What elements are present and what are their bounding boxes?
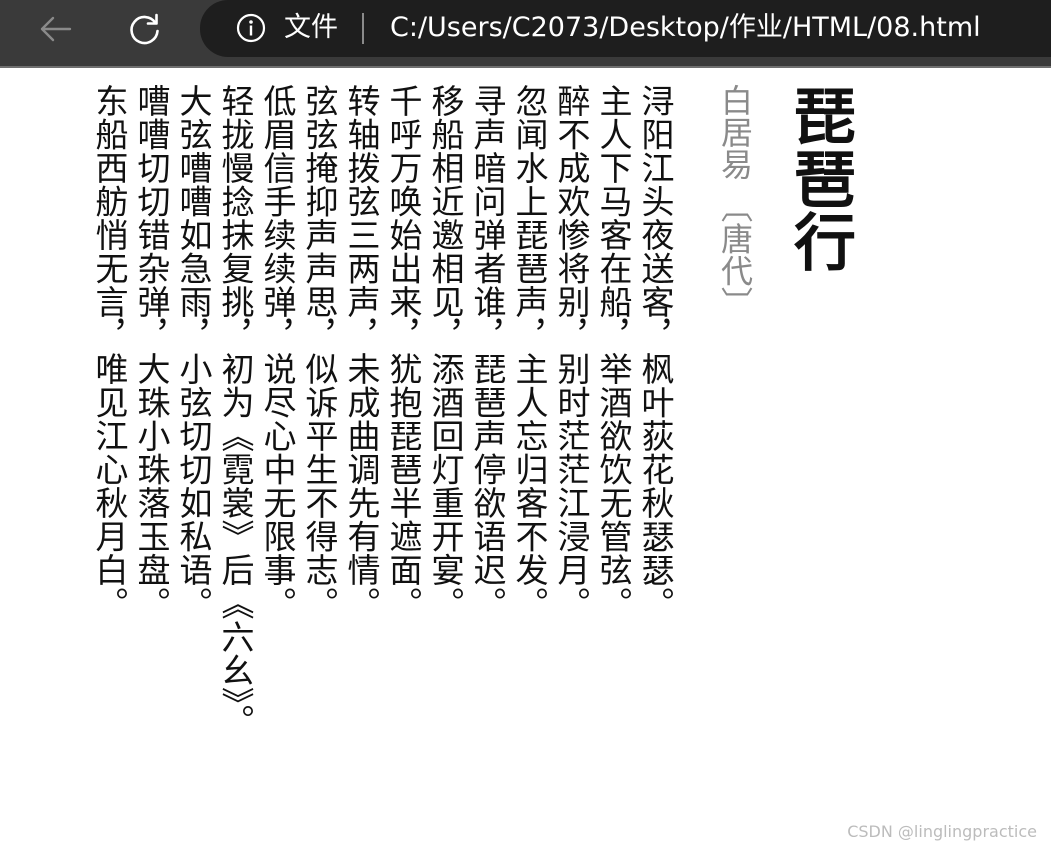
poem: 琵琶行 白居易 〔唐代〕 浔阳江头夜送客，枫叶荻花秋瑟瑟。 主人下马客在船，举酒… [88,84,856,774]
address-bar[interactable]: 文件 C:/Users/C2073/Desktop/作业/HTML/08.htm… [200,0,1051,57]
poem-line: 千呼万唤始出来，犹抱琵琶半遮面。 [384,84,423,620]
poem-line: 大弦嘈嘈如急雨，小弦切切如私语。 [174,84,213,620]
poem-line: 低眉信手续续弹，说尽心中无限事。 [258,84,297,620]
address-divider [362,13,364,44]
poem-line: 嘈嘈切切错杂弹，大珠小珠落玉盘。 [132,84,171,620]
back-arrow-icon [40,16,72,42]
back-button[interactable] [30,8,80,50]
poem-line: 东船西舫悄无言，唯见江心秋月白。 [90,84,129,620]
poem-title: 琵琶行 [783,84,856,273]
poem-line: 浔阳江头夜送客，枫叶荻花秋瑟瑟。 [636,84,675,620]
watermark: CSDN @linglingpractice [847,822,1037,841]
site-info-label[interactable]: 文件 [284,11,338,45]
poem-line: 移船相近邀相见，添酒回灯重开宴。 [426,84,465,620]
poem-line: 忽闻水上琵琶声，主人忘归客不发。 [510,84,549,620]
browser-toolbar: 文件 C:/Users/C2073/Desktop/作业/HTML/08.htm… [0,0,1051,68]
poem-line: 转轴拨弦三两声，未成曲调先有情。 [342,84,381,620]
poem-line: 弦弦掩抑声声思，似诉平生不得志。 [300,84,339,620]
info-icon[interactable] [236,13,266,43]
poem-line: 轻拢慢捻抹复挑，初为《霓裳》后《六幺》。 [216,84,255,738]
poem-line: 寻声暗问弹者谁，琵琶声停欲语迟。 [468,84,507,620]
poem-line: 醉不成欢惨将别，别时茫茫江浸月。 [552,84,591,620]
poem-line: 主人下马客在船，举酒欲饮无管弦。 [594,84,633,620]
refresh-icon [130,13,159,45]
poem-author: 白居易 〔唐代〕 [716,84,754,319]
refresh-button[interactable] [120,8,170,50]
url-text[interactable]: C:/Users/C2073/Desktop/作业/HTML/08.html [390,11,981,45]
